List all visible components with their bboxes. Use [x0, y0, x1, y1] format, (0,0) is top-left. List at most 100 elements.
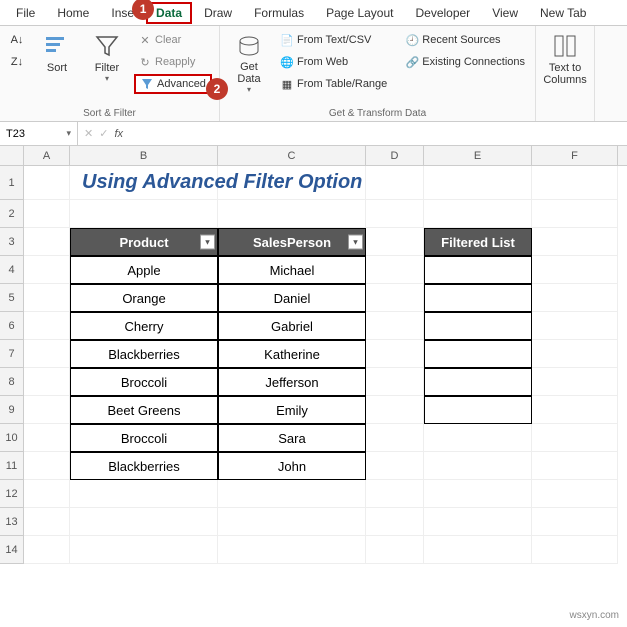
col-header[interactable]: E: [424, 146, 532, 165]
row-header[interactable]: 6: [0, 312, 24, 340]
cell[interactable]: Sara: [218, 424, 366, 452]
cell[interactable]: [24, 228, 70, 256]
cell[interactable]: [24, 340, 70, 368]
cell[interactable]: [532, 452, 618, 480]
select-all-corner[interactable]: [0, 146, 24, 165]
cell[interactable]: [424, 536, 532, 564]
cell[interactable]: [424, 166, 532, 200]
advanced-button[interactable]: Advanced: [134, 74, 212, 94]
cell[interactable]: [366, 340, 424, 368]
cell[interactable]: [24, 452, 70, 480]
cell[interactable]: [532, 536, 618, 564]
cell[interactable]: [366, 424, 424, 452]
row-header[interactable]: 8: [0, 368, 24, 396]
cell[interactable]: [70, 536, 218, 564]
cell[interactable]: Blackberries: [70, 340, 218, 368]
tab-file[interactable]: File: [6, 2, 45, 24]
cell[interactable]: [424, 396, 532, 424]
cell[interactable]: [532, 256, 618, 284]
cell[interactable]: [24, 166, 70, 200]
from-text-button[interactable]: 📄From Text/CSV: [276, 30, 391, 50]
cell[interactable]: [366, 452, 424, 480]
cell[interactable]: [366, 228, 424, 256]
row-header[interactable]: 13: [0, 508, 24, 536]
cell[interactable]: Broccoli: [70, 424, 218, 452]
col-header[interactable]: A: [24, 146, 70, 165]
cell[interactable]: [424, 312, 532, 340]
row-header[interactable]: 7: [0, 340, 24, 368]
cell[interactable]: Orange: [70, 284, 218, 312]
cancel-icon[interactable]: ✕: [84, 127, 93, 140]
tab-developer[interactable]: Developer: [405, 2, 480, 24]
cell[interactable]: [366, 256, 424, 284]
cell[interactable]: [366, 200, 424, 228]
col-header[interactable]: D: [366, 146, 424, 165]
tab-draw[interactable]: Draw: [194, 2, 242, 24]
cell[interactable]: Emily: [218, 396, 366, 424]
cell[interactable]: [366, 480, 424, 508]
tab-home[interactable]: Home: [47, 2, 99, 24]
cell[interactable]: [532, 284, 618, 312]
cell[interactable]: [24, 396, 70, 424]
cell[interactable]: [218, 200, 366, 228]
col-header[interactable]: C: [218, 146, 366, 165]
row-header[interactable]: 12: [0, 480, 24, 508]
cell[interactable]: [218, 536, 366, 564]
cell[interactable]: [424, 340, 532, 368]
row-header[interactable]: 11: [0, 452, 24, 480]
cell[interactable]: [70, 200, 218, 228]
row-header[interactable]: 14: [0, 536, 24, 564]
cell[interactable]: Using Advanced Filter Option: [70, 166, 218, 200]
cell[interactable]: [24, 368, 70, 396]
row-header[interactable]: 1: [0, 166, 24, 200]
cell[interactable]: [532, 480, 618, 508]
sort-az-button[interactable]: A↓: [6, 30, 28, 50]
cell[interactable]: Jefferson: [218, 368, 366, 396]
cell[interactable]: [532, 166, 618, 200]
cell[interactable]: Katherine: [218, 340, 366, 368]
cell[interactable]: [532, 396, 618, 424]
cell[interactable]: [218, 480, 366, 508]
sort-za-button[interactable]: Z↓: [6, 52, 28, 72]
cell[interactable]: [366, 536, 424, 564]
cell[interactable]: [424, 256, 532, 284]
cell[interactable]: Gabriel: [218, 312, 366, 340]
cell[interactable]: [532, 424, 618, 452]
cell[interactable]: Michael: [218, 256, 366, 284]
cell[interactable]: [218, 508, 366, 536]
tab-new[interactable]: New Tab: [530, 2, 596, 24]
cell[interactable]: [532, 228, 618, 256]
fx-icon[interactable]: fx: [114, 128, 123, 140]
row-header[interactable]: 2: [0, 200, 24, 228]
cell[interactable]: [70, 480, 218, 508]
filter-dropdown-icon[interactable]: ▾: [200, 235, 215, 250]
cell[interactable]: John: [218, 452, 366, 480]
cell[interactable]: [24, 536, 70, 564]
cell[interactable]: SalesPerson▾: [218, 228, 366, 256]
cell[interactable]: Product▾: [70, 228, 218, 256]
cell[interactable]: [424, 508, 532, 536]
col-header[interactable]: B: [70, 146, 218, 165]
reapply-button[interactable]: ↻Reapply: [134, 52, 212, 72]
cell[interactable]: [366, 166, 424, 200]
cell[interactable]: [532, 368, 618, 396]
cell[interactable]: Filtered List: [424, 228, 532, 256]
tab-page-layout[interactable]: Page Layout: [316, 2, 403, 24]
from-web-button[interactable]: 🌐From Web: [276, 52, 391, 72]
cell[interactable]: [532, 200, 618, 228]
cell[interactable]: [24, 284, 70, 312]
row-header[interactable]: 9: [0, 396, 24, 424]
cell[interactable]: [366, 396, 424, 424]
cell[interactable]: [366, 284, 424, 312]
cell[interactable]: [532, 340, 618, 368]
name-box[interactable]: T23 ▾: [0, 122, 78, 145]
cell[interactable]: [24, 508, 70, 536]
cell[interactable]: [24, 200, 70, 228]
row-header[interactable]: 3: [0, 228, 24, 256]
cell[interactable]: Daniel: [218, 284, 366, 312]
cell[interactable]: [24, 480, 70, 508]
text-to-columns-button[interactable]: Text to Columns: [542, 30, 588, 96]
cell[interactable]: Apple: [70, 256, 218, 284]
clear-button[interactable]: ✕Clear: [134, 30, 212, 50]
cell[interactable]: Cherry: [70, 312, 218, 340]
